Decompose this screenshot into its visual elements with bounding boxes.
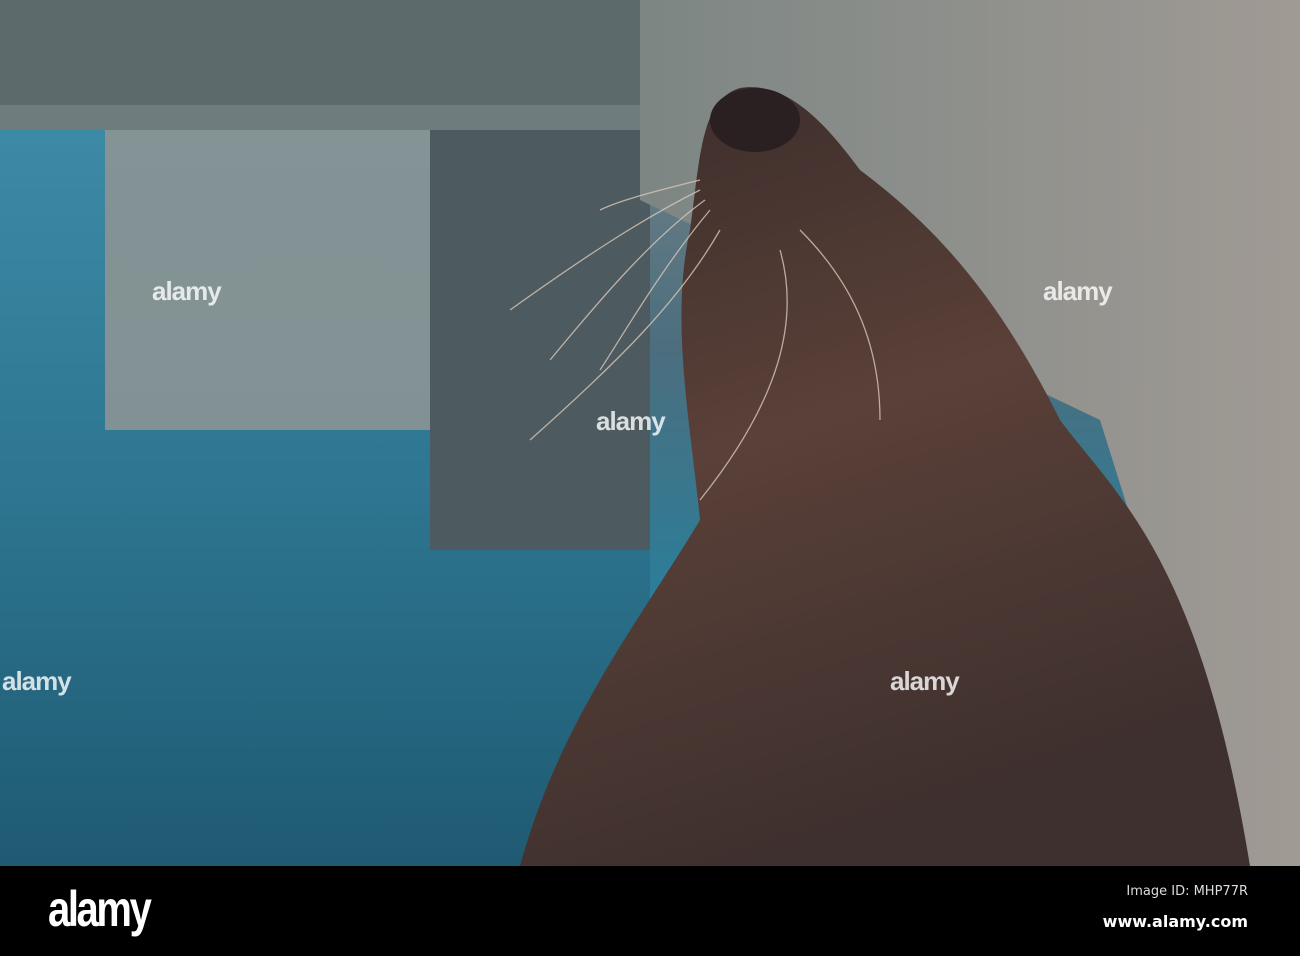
alamy-logo: alamy: [48, 881, 152, 937]
watermark: alamy: [596, 406, 666, 436]
footer-bar: alamy Image ID: MHP77R www.alamy.com: [0, 866, 1300, 956]
ledge-top: [0, 105, 640, 130]
site-url: www.alamy.com: [1102, 912, 1248, 931]
shadow-wall: [430, 130, 650, 550]
watermark: alamy: [2, 666, 72, 696]
image-id: Image ID: MHP77R: [1126, 884, 1248, 899]
watermark: alamy: [890, 666, 960, 696]
watermark: alamy: [1043, 276, 1113, 306]
watermark: alamy: [152, 276, 222, 306]
sea-lion-photo: alamy alamy alamy alamy alamy: [0, 0, 1300, 866]
sea-lion-nose: [710, 88, 800, 152]
